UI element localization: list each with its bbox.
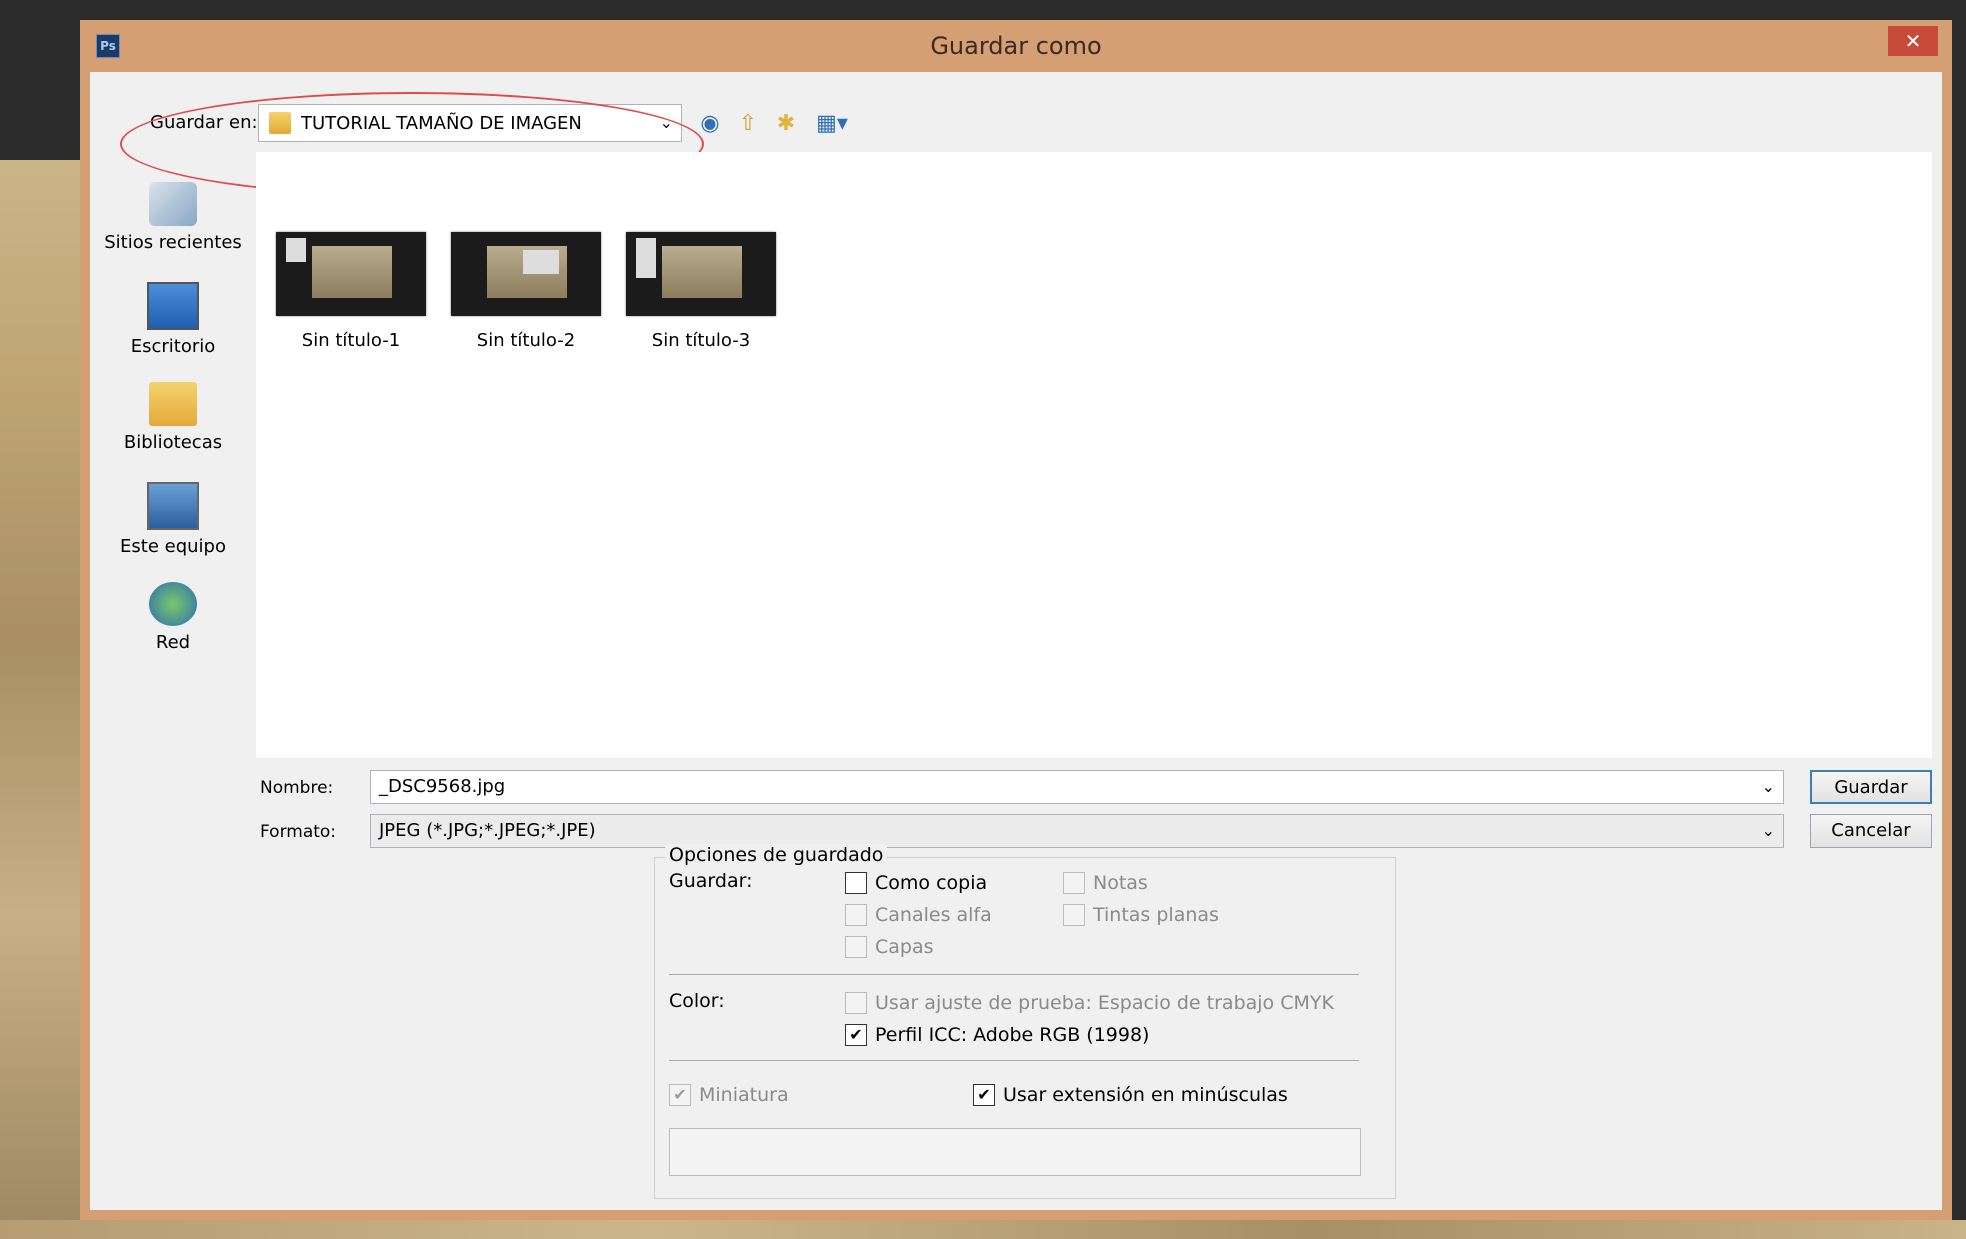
chevron-down-icon[interactable]: ⌄	[1762, 771, 1775, 803]
place-libraries[interactable]: Bibliotecas	[90, 382, 256, 453]
save-options-label: Guardar:	[669, 870, 753, 892]
cancel-button[interactable]: Cancelar	[1810, 814, 1932, 848]
perfil-icc-checkbox[interactable]: ✔ Perfil ICC: Adobe RGB (1998)	[845, 1024, 1149, 1046]
miniatura-checkbox[interactable]: ✔ Miniatura	[669, 1084, 789, 1106]
view-menu-icon[interactable]: ▦▾	[810, 110, 854, 138]
place-label: Bibliotecas	[123, 432, 223, 453]
network-icon	[149, 582, 197, 626]
close-button[interactable]: ✕	[1888, 26, 1938, 56]
place-label: Sitios recientes	[104, 232, 242, 253]
file-name: Sin título-3	[651, 330, 751, 351]
file-item[interactable]: Sin título-1	[276, 232, 426, 351]
color-label: Color:	[669, 990, 725, 1012]
canales-alfa-checkbox[interactable]: Canales alfa	[845, 904, 992, 926]
save-options-title: Opciones de guardado	[665, 844, 888, 866]
checkbox-box	[845, 872, 867, 894]
checkbox-box	[845, 904, 867, 926]
back-icon[interactable]: ◉	[696, 110, 724, 138]
checkbox-box	[845, 992, 867, 1014]
divider	[669, 1060, 1359, 1061]
file-name: Sin título-2	[476, 330, 576, 351]
background-photo	[0, 160, 80, 1239]
places-bar: Sitios recientes Escritorio Bibliotecas …	[90, 152, 256, 902]
format-select[interactable]: JPEG (*.JPG;*.JPEG;*.JPE) ⌄	[370, 814, 1784, 848]
desktop-icon	[147, 282, 199, 330]
title-bar: Ps Guardar como ✕	[80, 20, 1952, 72]
format-value: JPEG (*.JPG;*.JPEG;*.JPE)	[379, 820, 596, 841]
save-button[interactable]: Guardar	[1810, 770, 1932, 804]
place-network[interactable]: Red	[90, 582, 256, 653]
file-name: Sin título-1	[301, 330, 401, 351]
place-label: Escritorio	[130, 336, 216, 357]
como-copia-checkbox[interactable]: Como copia	[845, 872, 987, 894]
save-options-group: Opciones de guardado Guardar: Como copia…	[654, 844, 1396, 1199]
chevron-down-icon[interactable]: ⌄	[1762, 815, 1775, 847]
checkbox-box	[1063, 904, 1085, 926]
minusculas-checkbox[interactable]: ✔ Usar extensión en minúsculas	[973, 1084, 1288, 1106]
place-recent[interactable]: Sitios recientes	[90, 182, 256, 253]
up-folder-icon[interactable]: ⇧	[734, 110, 762, 138]
file-thumbnail	[626, 232, 776, 316]
ajuste-prueba-checkbox[interactable]: Usar ajuste de prueba: Espacio de trabaj…	[845, 992, 1334, 1014]
file-name-input[interactable]: _DSC9568.jpg ⌄	[370, 770, 1784, 804]
file-item[interactable]: Sin título-3	[626, 232, 776, 351]
place-label: Este equipo	[120, 536, 226, 557]
checkbox-box	[845, 936, 867, 958]
checkmark-icon: ✔	[669, 1084, 691, 1106]
dialog-body: Guardar en: TUTORIAL TAMAÑO DE IMAGEN ⌄ …	[90, 72, 1942, 1210]
new-folder-icon[interactable]: ✱	[772, 110, 800, 138]
capas-checkbox[interactable]: Capas	[845, 936, 934, 958]
name-label: Nombre:	[260, 778, 334, 798]
place-desktop[interactable]: Escritorio	[90, 282, 256, 357]
notas-checkbox[interactable]: Notas	[1063, 872, 1148, 894]
tintas-planas-checkbox[interactable]: Tintas planas	[1063, 904, 1219, 926]
checkmark-icon: ✔	[973, 1084, 995, 1106]
place-label: Red	[155, 632, 191, 653]
save-as-dialog: Ps Guardar como ✕ Guardar en: TUTORIAL T…	[80, 20, 1952, 1220]
checkbox-box	[1063, 872, 1085, 894]
background-photo-strip	[0, 1220, 1966, 1239]
file-name-value: _DSC9568.jpg	[379, 776, 506, 797]
checkmark-icon: ✔	[845, 1024, 867, 1046]
file-thumbnail	[451, 232, 601, 316]
place-this-pc[interactable]: Este equipo	[90, 482, 256, 557]
file-item[interactable]: Sin título-2	[451, 232, 601, 351]
this-pc-icon	[147, 482, 199, 530]
dialog-title: Guardar como	[930, 32, 1102, 60]
file-browser[interactable]: Sin título-1 Sin título-2 Sin título-3	[256, 152, 1932, 758]
format-label: Formato:	[260, 822, 337, 842]
options-warning-area	[669, 1128, 1361, 1176]
libraries-icon	[149, 382, 197, 426]
divider	[669, 974, 1359, 975]
recent-places-icon	[149, 182, 197, 226]
file-thumbnail	[276, 232, 426, 316]
